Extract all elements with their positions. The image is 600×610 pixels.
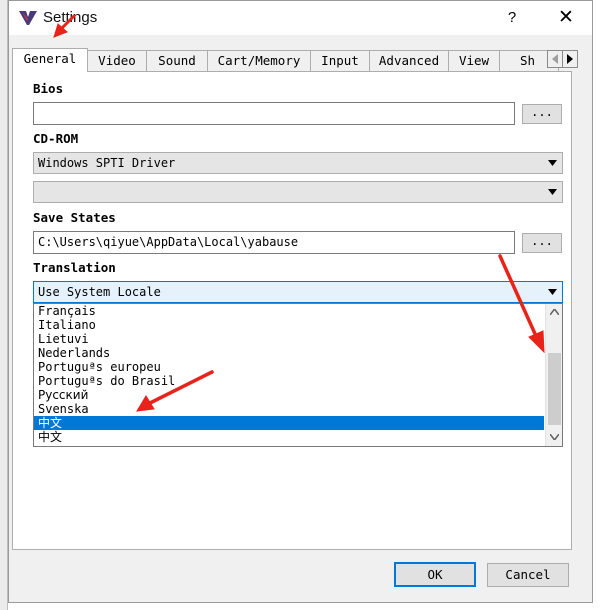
translation-dropdown-list: Français Italiano Lietuvi Nederlands Por… (33, 303, 563, 447)
window-title: Settings (43, 9, 98, 26)
tab-cart-memory[interactable]: Cart/Memory (207, 50, 311, 72)
cdrom-label: CD-ROM (33, 131, 79, 146)
language-option[interactable]: Italiano (34, 318, 544, 332)
language-option[interactable]: Lietuvi (34, 332, 544, 346)
translation-label: Translation (33, 260, 116, 275)
tab-advanced[interactable]: Advanced (369, 50, 449, 72)
background-window-edge (0, 0, 8, 610)
cdrom-driver-value: Windows SPTI Driver (38, 156, 176, 170)
tab-general[interactable]: General (12, 48, 88, 72)
chevron-down-icon (548, 289, 557, 295)
language-option[interactable]: Français (34, 304, 544, 318)
cdrom-driver-select[interactable]: Windows SPTI Driver (33, 152, 563, 174)
title-bar: Settings ? ✕ (9, 1, 592, 35)
tab-sound[interactable]: Sound (146, 50, 208, 72)
chevron-down-icon[interactable] (550, 434, 559, 440)
scrollbar-thumb[interactable] (548, 353, 561, 425)
save-states-path-input[interactable]: C:\Users\qiyue\AppData\Local\yabause (33, 231, 515, 254)
translation-selected-value: Use System Locale (38, 285, 161, 299)
language-option[interactable]: Русский (34, 388, 544, 402)
chevron-down-icon (548, 189, 557, 195)
triangle-right-icon (567, 54, 573, 64)
bios-browse-button[interactable]: ... (522, 104, 562, 124)
language-option[interactable]: Svenska (34, 402, 544, 416)
tab-video[interactable]: Video (87, 50, 147, 72)
translation-select[interactable]: Use System Locale (33, 281, 563, 303)
triangle-left-icon (552, 54, 558, 64)
ok-button[interactable]: OK (394, 562, 476, 587)
dropdown-scrollbar[interactable] (545, 304, 562, 446)
language-option[interactable]: Portuguªs do Brasil (34, 374, 544, 388)
save-states-browse-button[interactable]: ... (522, 233, 562, 253)
close-button[interactable]: ✕ (551, 5, 581, 31)
language-option-highlighted[interactable]: 中文 (34, 416, 544, 430)
yabause-logo-icon (19, 11, 37, 25)
cdrom-drive-select[interactable] (33, 181, 563, 203)
language-option[interactable]: 中文 (34, 430, 544, 444)
bios-path-input[interactable] (33, 102, 515, 125)
save-states-label: Save States (33, 210, 116, 225)
tab-scroll-right-button[interactable] (562, 50, 578, 68)
tab-view[interactable]: View (448, 50, 500, 72)
chevron-down-icon (548, 160, 557, 166)
language-option[interactable]: Nederlands (34, 346, 544, 360)
tab-scroll-left-button[interactable] (547, 50, 563, 68)
tab-input[interactable]: Input (310, 50, 370, 72)
cancel-button[interactable]: Cancel (487, 563, 569, 587)
bios-label: Bios (33, 81, 64, 96)
language-option[interactable]: Portuguªs europeu (34, 360, 544, 374)
chevron-up-icon[interactable] (550, 309, 559, 315)
tab-strip: General Video Sound Cart/Memory Input Ad… (12, 48, 572, 72)
help-button[interactable]: ? (501, 7, 523, 29)
